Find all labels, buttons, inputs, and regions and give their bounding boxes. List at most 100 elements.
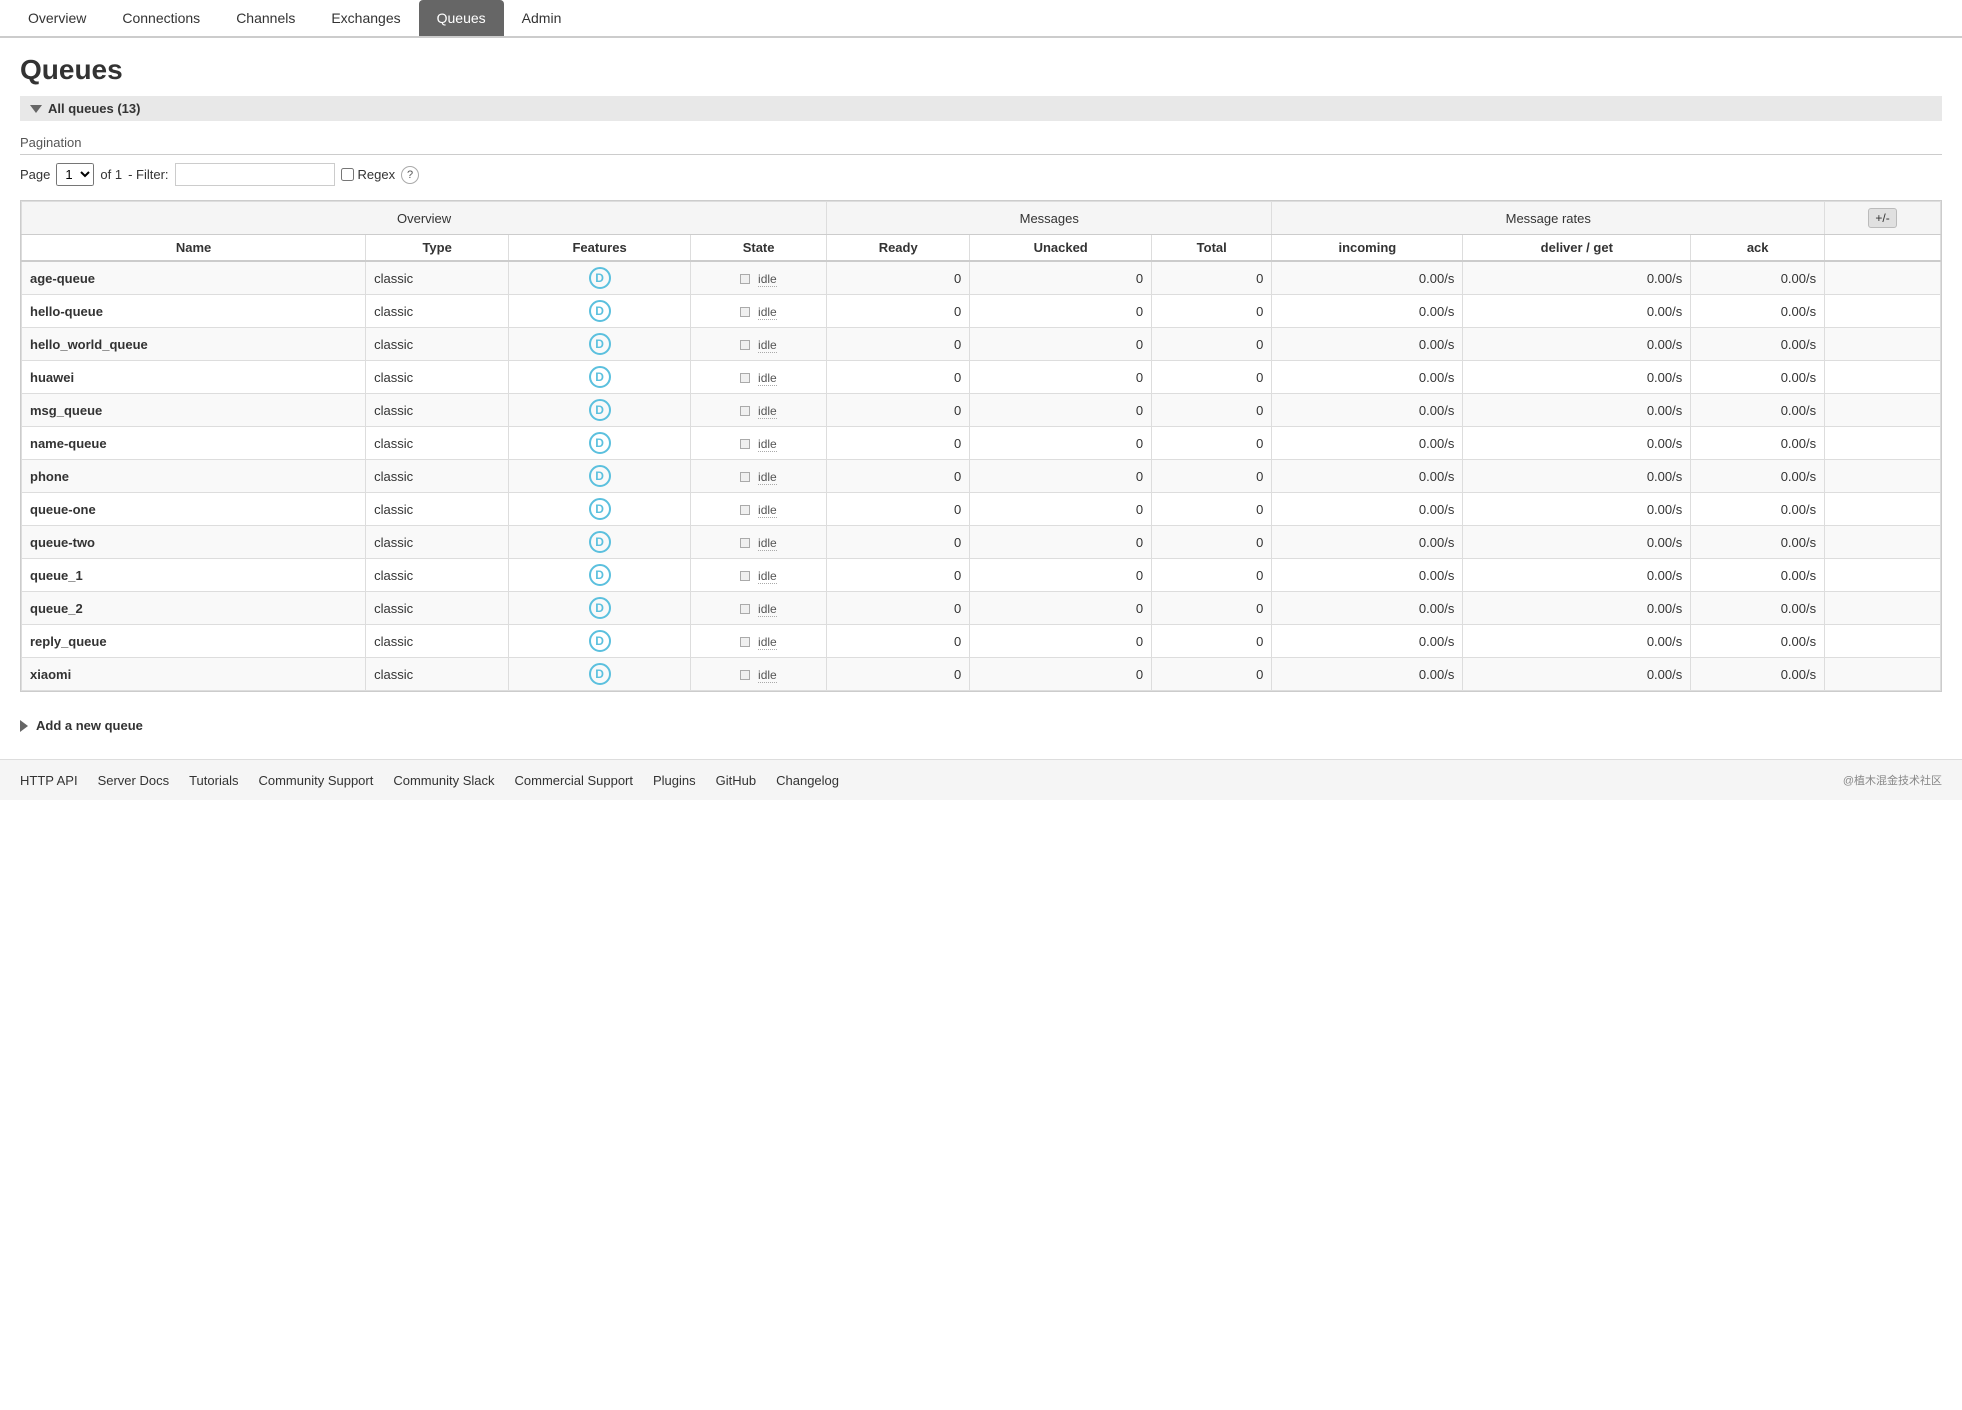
state-text: idle [758,404,777,419]
table-row[interactable]: xiaomi classic D idle 0 0 0 0.00/s 0.00/… [22,658,1941,691]
queue-ack: 0.00/s [1691,328,1825,361]
queue-unacked: 0 [970,658,1152,691]
queue-type: classic [366,394,509,427]
table-row[interactable]: age-queue classic D idle 0 0 0 0.00/s 0.… [22,261,1941,295]
queue-name[interactable]: queue-one [22,493,366,526]
col-ready: Ready [827,235,970,262]
queue-deliver-get: 0.00/s [1463,625,1691,658]
queue-incoming: 0.00/s [1272,559,1463,592]
queue-name[interactable]: age-queue [22,261,366,295]
queue-extra [1825,361,1941,394]
queue-incoming: 0.00/s [1272,460,1463,493]
state-icon [740,604,750,614]
queue-ack: 0.00/s [1691,625,1825,658]
queue-features: D [509,261,691,295]
queue-name[interactable]: msg_queue [22,394,366,427]
queue-incoming: 0.00/s [1272,261,1463,295]
nav-item-overview[interactable]: Overview [10,0,104,36]
footer-link-server-docs[interactable]: Server Docs [98,773,170,788]
page-select[interactable]: 1 [56,163,94,186]
table-row[interactable]: phone classic D idle 0 0 0 0.00/s 0.00/s… [22,460,1941,493]
regex-label: Regex [358,167,396,182]
queue-name[interactable]: name-queue [22,427,366,460]
queue-name[interactable]: reply_queue [22,625,366,658]
d-badge: D [589,564,611,586]
table-row[interactable]: reply_queue classic D idle 0 0 0 0.00/s … [22,625,1941,658]
queue-name[interactable]: queue_1 [22,559,366,592]
queue-ack: 0.00/s [1691,295,1825,328]
d-badge: D [589,498,611,520]
state-text: idle [758,437,777,452]
table-row[interactable]: queue_1 classic D idle 0 0 0 0.00/s 0.00… [22,559,1941,592]
footer-link-tutorials[interactable]: Tutorials [189,773,238,788]
col-features: Features [509,235,691,262]
table-row[interactable]: queue-one classic D idle 0 0 0 0.00/s 0.… [22,493,1941,526]
queue-type: classic [366,261,509,295]
page-title: Queues [20,54,1942,86]
table-row[interactable]: queue-two classic D idle 0 0 0 0.00/s 0.… [22,526,1941,559]
queue-name[interactable]: phone [22,460,366,493]
queue-name[interactable]: xiaomi [22,658,366,691]
table-row[interactable]: hello-queue classic D idle 0 0 0 0.00/s … [22,295,1941,328]
queue-unacked: 0 [970,394,1152,427]
queue-total: 0 [1152,261,1272,295]
nav-item-admin[interactable]: Admin [504,0,580,36]
table-row[interactable]: name-queue classic D idle 0 0 0 0.00/s 0… [22,427,1941,460]
queue-name[interactable]: hello-queue [22,295,366,328]
table-row[interactable]: hello_world_queue classic D idle 0 0 0 0… [22,328,1941,361]
queue-total: 0 [1152,559,1272,592]
queue-extra [1825,261,1941,295]
state-icon [740,373,750,383]
all-queues-bar[interactable]: All queues (13) [20,96,1942,121]
queue-type: classic [366,361,509,394]
col-deliver-get: deliver / get [1463,235,1691,262]
queue-features: D [509,526,691,559]
footer-link-commercial-support[interactable]: Commercial Support [515,773,634,788]
footer-link-github[interactable]: GitHub [716,773,756,788]
queue-incoming: 0.00/s [1272,295,1463,328]
queue-state: idle [691,328,827,361]
nav-item-queues[interactable]: Queues [419,0,504,36]
queue-incoming: 0.00/s [1272,328,1463,361]
footer-extra: @植木混金技术社区 [1843,772,1942,788]
queue-features: D [509,427,691,460]
plus-minus-btn[interactable]: +/- [1825,202,1941,235]
queue-name[interactable]: queue_2 [22,592,366,625]
state-text: idle [758,503,777,518]
nav-item-exchanges[interactable]: Exchanges [313,0,418,36]
queue-name[interactable]: huawei [22,361,366,394]
nav-item-connections[interactable]: Connections [104,0,218,36]
add-queue-section[interactable]: Add a new queue [20,708,1942,743]
queue-name[interactable]: hello_world_queue [22,328,366,361]
queue-features: D [509,559,691,592]
footer-link-changelog[interactable]: Changelog [776,773,839,788]
queue-ack: 0.00/s [1691,526,1825,559]
queue-total: 0 [1152,658,1272,691]
queue-ready: 0 [827,559,970,592]
footer-link-community-support[interactable]: Community Support [258,773,373,788]
state-text: idle [758,305,777,320]
queue-deliver-get: 0.00/s [1463,526,1691,559]
queue-state: idle [691,361,827,394]
queue-unacked: 0 [970,526,1152,559]
queue-incoming: 0.00/s [1272,493,1463,526]
add-queue-label: Add a new queue [36,718,143,733]
queue-total: 0 [1152,394,1272,427]
state-icon [740,472,750,482]
table-row[interactable]: msg_queue classic D idle 0 0 0 0.00/s 0.… [22,394,1941,427]
regex-checkbox[interactable] [341,168,354,181]
queue-name[interactable]: queue-two [22,526,366,559]
table-row[interactable]: huawei classic D idle 0 0 0 0.00/s 0.00/… [22,361,1941,394]
queue-features: D [509,394,691,427]
filter-input[interactable] [175,163,335,186]
queue-unacked: 0 [970,328,1152,361]
regex-help-icon[interactable]: ? [401,166,419,184]
footer-link-http-api[interactable]: HTTP API [20,773,78,788]
footer-link-plugins[interactable]: Plugins [653,773,696,788]
nav-item-channels[interactable]: Channels [218,0,313,36]
queue-type: classic [366,592,509,625]
footer-link-community-slack[interactable]: Community Slack [393,773,494,788]
table-row[interactable]: queue_2 classic D idle 0 0 0 0.00/s 0.00… [22,592,1941,625]
queue-ack: 0.00/s [1691,658,1825,691]
state-icon [740,505,750,515]
